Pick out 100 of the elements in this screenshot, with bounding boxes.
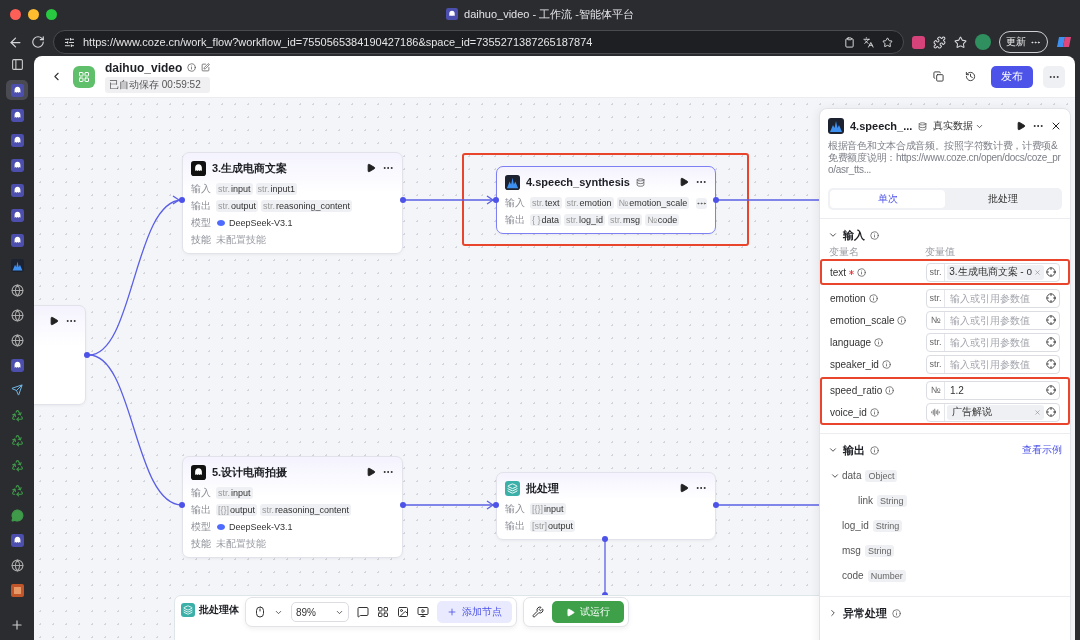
update-button[interactable]: 更新 (999, 31, 1048, 53)
profile-avatar[interactable] (975, 34, 991, 50)
zoom-select[interactable]: 89% (291, 602, 349, 622)
back-icon[interactable] (8, 34, 23, 50)
info-icon[interactable] (870, 445, 879, 455)
close-window-button[interactable] (10, 8, 21, 20)
port-dot[interactable] (713, 197, 719, 203)
skills-note: 未配置技能 (216, 537, 266, 551)
minimize-window-button[interactable] (28, 8, 39, 20)
add-node-button[interactable]: 添加节点 (437, 601, 512, 623)
reload-icon[interactable] (31, 35, 45, 49)
value-field[interactable]: № 1.2 (926, 380, 1060, 400)
target-icon[interactable] (1046, 315, 1056, 325)
info-icon[interactable] (881, 359, 891, 369)
address-bar[interactable]: https://www.coze.cn/work_flow?workflow_id=7550565384190427186&space_id=7355271387265187874 (53, 30, 904, 54)
clipboard-icon[interactable] (844, 36, 855, 48)
image-icon[interactable] (397, 606, 409, 618)
type-tag: String (872, 519, 903, 532)
port-dot[interactable] (493, 502, 499, 508)
info-icon[interactable] (874, 337, 884, 347)
info-icon[interactable] (897, 315, 907, 325)
favorite-icon[interactable] (882, 36, 893, 48)
value-field[interactable]: str. 输入或引用参数值 (926, 288, 1060, 308)
target-icon[interactable] (1046, 337, 1056, 347)
mode-tab[interactable]: 批处理 (945, 190, 1060, 208)
voice-select[interactable]: 广告解说 (926, 402, 1060, 422)
target-icon[interactable] (1046, 359, 1056, 369)
comment-icon[interactable] (357, 606, 369, 618)
target-icon[interactable] (1046, 407, 1056, 417)
info-icon[interactable] (868, 293, 878, 303)
value-field[interactable]: str. 输入或引用参数值 (926, 332, 1060, 352)
play-icon[interactable] (366, 467, 376, 477)
browser-tab[interactable] (6, 80, 28, 100)
port-dot[interactable] (84, 352, 90, 358)
skills-note: 未配置技能 (216, 233, 266, 247)
row-label: 输出 (191, 199, 212, 213)
chevron-icon[interactable] (828, 608, 838, 618)
info-icon[interactable] (187, 63, 197, 72)
port-dot[interactable] (400, 502, 406, 508)
info-icon[interactable] (869, 407, 879, 417)
value-input[interactable]: 输入或引用参数值 (945, 292, 1046, 304)
info-icon[interactable] (885, 385, 895, 395)
new-tab-icon[interactable] (10, 618, 24, 632)
play-icon[interactable] (1016, 121, 1026, 131)
value-field[interactable]: № 输入或引用参数值 (926, 310, 1060, 330)
workflow-node[interactable]: 3.生成电商文案 输入 str.input str.input1 输出 str.output str.reasoning_content 模型 DeepSeek-V3.1 技能 未配置技能 (182, 152, 403, 254)
port-dot[interactable] (713, 502, 719, 508)
screen-icon[interactable] (417, 606, 429, 618)
wrench-icon[interactable] (532, 606, 544, 618)
workflow-node[interactable]: 5.设计电商拍摄 输入 str.input 输出 [{}]output str.reasoning_content 模型 DeepSeek-V3.1 技能 未配置技能 (182, 456, 403, 558)
site-settings-icon[interactable] (64, 36, 75, 48)
port-dot[interactable] (602, 536, 608, 542)
target-icon[interactable] (1046, 385, 1056, 395)
publish-button[interactable]: 发布 (991, 65, 1033, 88)
puzzle-icon[interactable] (933, 35, 946, 49)
play-icon[interactable] (679, 177, 689, 187)
play-icon[interactable] (679, 483, 689, 493)
section-title: 输入 (843, 227, 865, 243)
workflow-node[interactable]: 4.speech_synthesis 输入 str.text str.emotion №emotion_scale 输出 { }data str.log_id str.msg №code (496, 166, 716, 234)
port-dot[interactable] (179, 502, 185, 508)
param-name: speaker_id (830, 358, 879, 370)
maximize-window-button[interactable] (46, 8, 57, 20)
row-label: 技能 (191, 537, 212, 551)
value-input[interactable]: 输入或引用参数值 (945, 358, 1046, 370)
port-dot[interactable] (400, 197, 406, 203)
mouse-icon[interactable] (254, 606, 266, 618)
copilot-icon[interactable] (1056, 34, 1072, 50)
info-icon[interactable] (870, 230, 879, 240)
translate-icon[interactable] (863, 36, 874, 48)
more-icon[interactable] (696, 197, 707, 209)
mode-tab[interactable]: 单次 (830, 190, 945, 208)
view-example-link[interactable]: 查看示例 (1022, 443, 1062, 457)
play-icon[interactable] (366, 163, 376, 173)
chevron-icon[interactable] (828, 230, 838, 240)
workflow-node[interactable]: 批处理 输入 [{}]input 输出 [str]output (496, 472, 716, 540)
chevron-icon[interactable] (828, 445, 838, 455)
more-button[interactable] (1043, 65, 1065, 88)
port-dot[interactable] (493, 197, 499, 203)
sidebar-icon[interactable] (10, 58, 24, 71)
info-icon[interactable] (892, 608, 901, 618)
grid-icon[interactable] (377, 606, 389, 618)
favorites-icon[interactable] (954, 35, 967, 49)
edit-icon[interactable] (201, 63, 211, 72)
value-field[interactable]: str. 输入或引用参数值 (926, 354, 1060, 374)
value-input[interactable]: 输入或引用参数值 (945, 314, 1046, 326)
type-tag: String (864, 544, 895, 557)
value-input[interactable]: 1.2 (945, 384, 1046, 396)
globe-icon (10, 283, 24, 297)
data-source-select[interactable]: 真实数据 (933, 119, 985, 133)
play-icon[interactable] (49, 316, 59, 326)
target-icon[interactable] (1046, 293, 1056, 303)
info-icon[interactable] (857, 267, 867, 277)
variable-tag: str.emotion (564, 197, 614, 209)
connector-edge (604, 540, 606, 595)
value-input[interactable]: 输入或引用参数值 (945, 336, 1046, 348)
close-icon[interactable] (1050, 120, 1062, 132)
extension-icon[interactable] (912, 35, 925, 49)
port-dot[interactable] (179, 197, 185, 203)
target-icon[interactable] (1046, 267, 1056, 277)
reference-field[interactable]: str. 3.生成电商文案 - o (926, 262, 1060, 282)
